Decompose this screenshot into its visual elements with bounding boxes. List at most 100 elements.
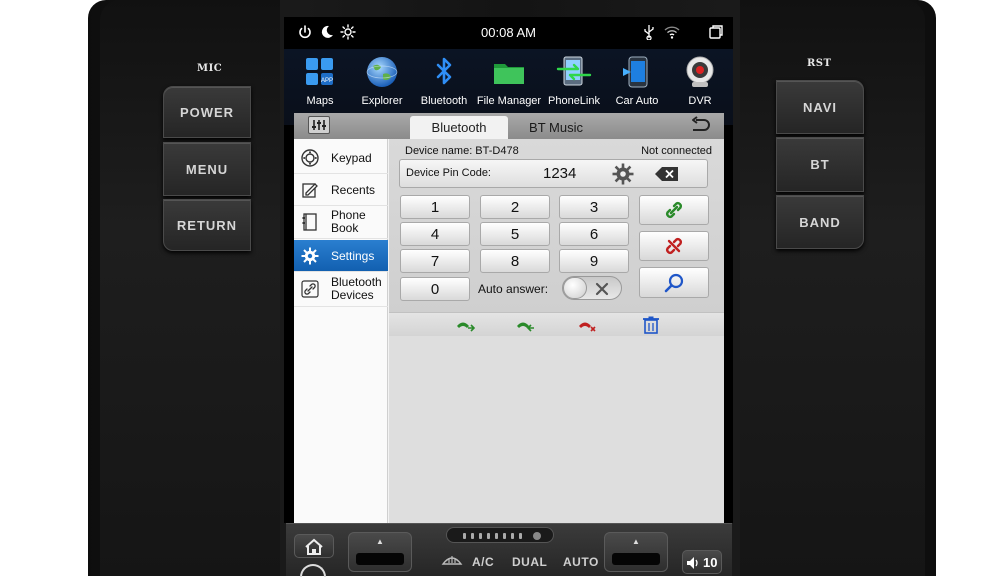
power-button[interactable]: POWER bbox=[163, 86, 251, 138]
recents-icon bbox=[301, 181, 319, 199]
sidebar-item-recents[interactable]: Recents bbox=[294, 174, 388, 206]
fan-icon bbox=[533, 532, 541, 540]
sidebar-item-label: Bluetooth Devices bbox=[331, 275, 382, 302]
auto-answer-label: Auto answer: bbox=[478, 282, 549, 296]
key-7[interactable]: 7 bbox=[400, 249, 470, 273]
sidebar-item-keypad[interactable]: Keypad bbox=[294, 142, 388, 174]
right-temp-rocker[interactable]: ▲ bbox=[604, 532, 668, 572]
settings-gear-icon bbox=[301, 247, 319, 265]
dock-item-explorer[interactable]: Explorer bbox=[350, 52, 414, 122]
search-devices-button[interactable] bbox=[639, 267, 709, 298]
folder-icon bbox=[491, 54, 527, 90]
phonebook-icon bbox=[301, 213, 319, 231]
bluetooth-app-window: Bluetooth BT Music Keypad Recents Phone … bbox=[294, 113, 724, 523]
back-icon[interactable] bbox=[688, 116, 712, 136]
auto-button[interactable]: AUTO bbox=[563, 555, 599, 569]
connect-button[interactable] bbox=[639, 195, 709, 225]
call-missed-icon[interactable] bbox=[577, 316, 597, 334]
menu-button[interactable]: MENU bbox=[163, 142, 251, 196]
speaker-icon bbox=[687, 557, 698, 569]
key-5[interactable]: 5 bbox=[480, 222, 550, 246]
up-arrow-icon: ▲ bbox=[376, 537, 384, 546]
delete-icon[interactable] bbox=[641, 316, 661, 334]
left-temp-rocker[interactable]: ▲ bbox=[348, 532, 412, 572]
key-0[interactable]: 0 bbox=[400, 277, 470, 301]
key-1[interactable]: 1 bbox=[400, 195, 470, 219]
rst-label: RST bbox=[807, 58, 832, 69]
disconnect-button[interactable] bbox=[639, 231, 709, 261]
right-temp-display bbox=[612, 553, 660, 565]
usb-icon bbox=[641, 24, 657, 41]
connection-status: Not connected bbox=[641, 145, 712, 157]
window-icon[interactable] bbox=[708, 24, 724, 40]
settings-panel: Device name: BT-D478 Not connected Devic… bbox=[389, 139, 724, 523]
defrost-icon[interactable] bbox=[441, 552, 463, 566]
pin-code-field[interactable]: Device Pin Code: 1234 bbox=[399, 159, 708, 188]
sidebar-item-label: Settings bbox=[331, 248, 375, 263]
vent-grille bbox=[446, 527, 554, 543]
dual-button[interactable]: DUAL bbox=[512, 555, 547, 569]
home-icon bbox=[305, 538, 323, 555]
sidebar-item-label: Recents bbox=[331, 182, 376, 197]
bt-button[interactable]: BT bbox=[776, 137, 864, 192]
app-badge: APP bbox=[321, 78, 333, 84]
volume-level: 10 bbox=[703, 555, 718, 570]
home-button[interactable] bbox=[294, 534, 334, 558]
call-action-row bbox=[389, 312, 724, 336]
phone-icon bbox=[619, 54, 655, 90]
link-icon bbox=[301, 280, 319, 298]
return-button[interactable]: RETURN bbox=[163, 199, 251, 251]
search-icon bbox=[664, 273, 684, 292]
sidebar-item-label: Keypad bbox=[331, 150, 372, 165]
device-name: Device name: BT-D478 bbox=[405, 145, 519, 157]
bluetooth-icon bbox=[426, 54, 462, 90]
sidebar-item-phone-book[interactable]: Phone Book bbox=[294, 206, 388, 239]
mic-label: MIC bbox=[197, 63, 223, 74]
band-button[interactable]: BAND bbox=[776, 195, 864, 249]
toggle-knob bbox=[563, 277, 587, 299]
sidebar-item-settings[interactable]: Settings bbox=[294, 240, 388, 272]
app-grid-icon: APP bbox=[302, 54, 338, 90]
dock-item-dvr[interactable]: DVR bbox=[668, 52, 732, 122]
unlink-chain-icon bbox=[666, 238, 682, 254]
ac-button[interactable]: A/C bbox=[472, 555, 494, 569]
tab-bt-music[interactable]: BT Music bbox=[512, 116, 600, 139]
dock-item-phonelink[interactable]: PhoneLink bbox=[542, 52, 606, 122]
key-6[interactable]: 6 bbox=[559, 222, 629, 246]
auto-answer-toggle[interactable] bbox=[562, 276, 622, 300]
call-out-icon[interactable] bbox=[455, 316, 476, 334]
status-bar: 00:08 AM bbox=[284, 17, 733, 49]
wifi-icon bbox=[664, 24, 680, 40]
dock-item-bluetooth[interactable]: Bluetooth bbox=[412, 52, 476, 122]
key-8[interactable]: 8 bbox=[480, 249, 550, 273]
backspace-icon[interactable] bbox=[655, 167, 679, 181]
tab-bar: Bluetooth BT Music bbox=[294, 113, 724, 139]
volume-button[interactable]: 10 bbox=[682, 550, 722, 574]
key-9[interactable]: 9 bbox=[559, 249, 629, 273]
bluetooth-side-nav: Keypad Recents Phone Book Settings Bluet… bbox=[294, 139, 388, 523]
phonelink-icon bbox=[556, 54, 592, 90]
back-arrow-icon[interactable] bbox=[300, 564, 326, 577]
dock-item-file-manager[interactable]: File Manager bbox=[477, 52, 541, 122]
pin-settings-gear-icon[interactable] bbox=[612, 163, 634, 185]
equalizer-icon[interactable] bbox=[308, 116, 330, 134]
dock-item-car-auto[interactable]: Car Auto bbox=[605, 52, 669, 122]
pin-code-label: Device Pin Code: bbox=[406, 167, 491, 179]
camera-icon bbox=[682, 54, 718, 90]
dock-label: DVR bbox=[688, 95, 712, 107]
call-log-list[interactable] bbox=[389, 336, 724, 523]
globe-icon bbox=[364, 54, 400, 90]
left-temp-display bbox=[356, 553, 404, 565]
navi-button[interactable]: NAVI bbox=[776, 80, 864, 134]
settings-panel-top: Device name: BT-D478 Not connected Devic… bbox=[389, 139, 724, 312]
close-icon bbox=[595, 282, 609, 296]
sidebar-item-bluetooth-devices[interactable]: Bluetooth Devices bbox=[294, 273, 388, 307]
key-4[interactable]: 4 bbox=[400, 222, 470, 246]
dock-item-maps[interactable]: APP Maps bbox=[288, 52, 352, 122]
key-2[interactable]: 2 bbox=[480, 195, 550, 219]
key-3[interactable]: 3 bbox=[559, 195, 629, 219]
call-in-icon[interactable] bbox=[515, 316, 535, 334]
tab-bluetooth[interactable]: Bluetooth bbox=[410, 116, 508, 139]
sidebar-item-label: Phone Book bbox=[331, 208, 366, 235]
link-chain-icon bbox=[666, 202, 682, 218]
